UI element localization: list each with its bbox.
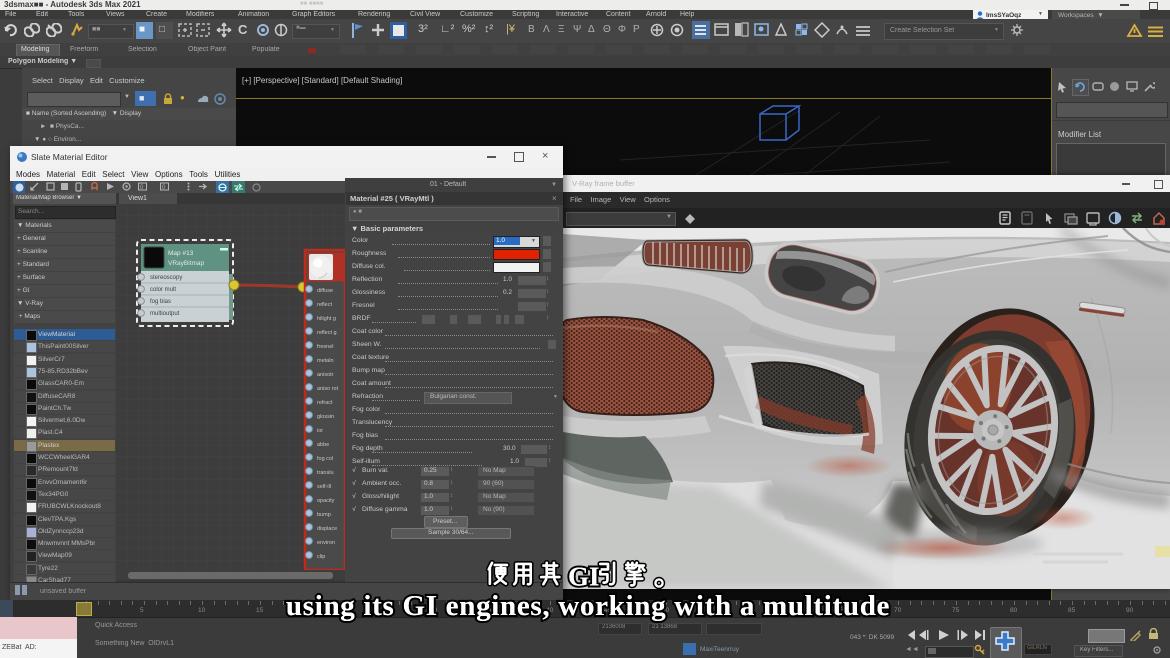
svg-text:translu: translu	[317, 470, 334, 476]
svg-text:refract: refract	[317, 400, 333, 406]
svg-text:diffuse: diffuse	[317, 288, 333, 294]
svg-text:aniso rot: aniso rot	[317, 386, 339, 392]
svg-text:hilight g: hilight g	[317, 316, 336, 322]
svg-text:multioutput: multioutput	[150, 311, 180, 317]
svg-text:metaln: metaln	[317, 358, 334, 364]
svg-text:GI: GI	[568, 562, 600, 592]
svg-text:fog bias: fog bias	[150, 299, 171, 305]
svg-text:self-ill: self-ill	[317, 484, 331, 490]
svg-text:VRayBitmap: VRayBitmap	[168, 260, 205, 267]
svg-text:glossin: glossin	[317, 414, 334, 420]
svg-text:bump: bump	[317, 512, 331, 518]
svg-text:fresnel: fresnel	[317, 344, 334, 350]
svg-text:Map #13: Map #13	[168, 250, 194, 257]
svg-text:displace: displace	[317, 526, 337, 532]
svg-text:reflect g: reflect g	[317, 330, 337, 336]
svg-text:environ: environ	[317, 540, 335, 546]
svg-text:abbe: abbe	[317, 442, 329, 448]
svg-text:color mult: color mult	[150, 287, 176, 293]
svg-text:stereoscopy: stereoscopy	[150, 275, 182, 281]
svg-text:opacity: opacity	[317, 498, 335, 504]
svg-text:fog col: fog col	[317, 456, 333, 462]
svg-text:ior: ior	[317, 428, 323, 434]
svg-text:using its GI engines, working: using its GI engines, working with a mul…	[286, 590, 890, 622]
svg-text:anisotr: anisotr	[317, 372, 334, 378]
svg-text:reflect: reflect	[317, 302, 332, 308]
